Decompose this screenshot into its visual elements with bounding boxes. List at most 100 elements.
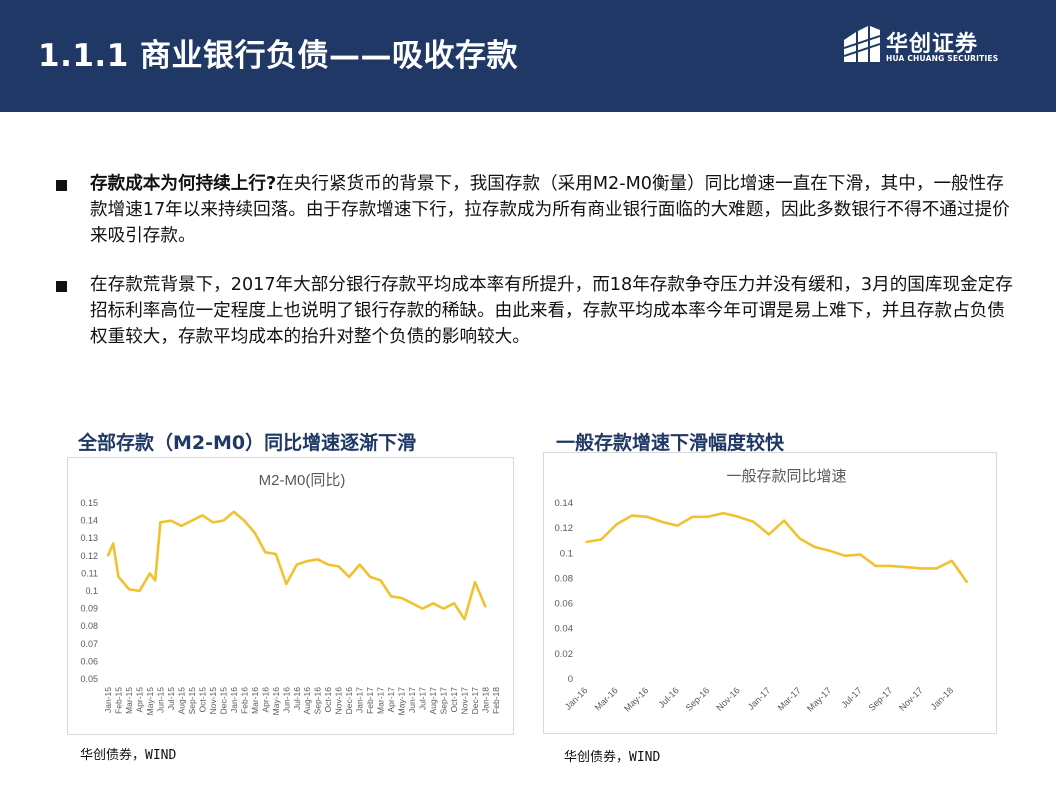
y-tick-label: 0.13 bbox=[80, 533, 98, 543]
x-tick-label: Mar-15 bbox=[124, 687, 134, 714]
x-tick-label: Nov-17 bbox=[460, 687, 470, 715]
y-tick-label: 0.08 bbox=[80, 621, 98, 631]
x-tick-label: Oct-15 bbox=[197, 687, 207, 713]
y-tick-label: 0.12 bbox=[555, 523, 574, 534]
data-point bbox=[966, 581, 968, 584]
data-point bbox=[798, 537, 801, 540]
data-point bbox=[170, 519, 172, 522]
logo-mark-icon bbox=[844, 26, 880, 62]
left-chart-frame: M2-M0(同比) 0.05 0.06 0.07 0.08 0.09 0.1 0.11 0.12… bbox=[67, 457, 514, 735]
data-point bbox=[859, 553, 862, 556]
data-point bbox=[676, 524, 679, 527]
series-line bbox=[106, 510, 487, 621]
x-tick-label: May-16 bbox=[271, 687, 281, 716]
data-point bbox=[707, 515, 709, 518]
data-point bbox=[107, 554, 109, 557]
left-chart-heading: 全部存款（M2-M0）同比增速逐渐下滑 bbox=[78, 432, 417, 454]
x-tick-label: Sep-16 bbox=[313, 687, 323, 715]
x-tick-label: Aug-17 bbox=[428, 687, 438, 715]
right-chart-source: 华创债券，WIND bbox=[564, 750, 661, 765]
x-tick-label: Nov-17 bbox=[897, 685, 925, 713]
data-point bbox=[128, 588, 130, 591]
data-point bbox=[390, 595, 393, 598]
x-tick-label: Nov-15 bbox=[208, 687, 218, 715]
x-tick-label: Oct-17 bbox=[449, 687, 459, 713]
x-tick-label: May-17 bbox=[805, 685, 833, 713]
data-point bbox=[844, 554, 846, 557]
x-tick-label: Mar-16 bbox=[593, 685, 620, 712]
y-tick-label: 0.07 bbox=[80, 639, 98, 649]
data-point bbox=[190, 519, 193, 522]
x-tick-label: May-15 bbox=[145, 687, 155, 716]
x-tick-label: Mar-17 bbox=[776, 685, 803, 712]
data-point bbox=[920, 567, 923, 570]
x-tick-label: Jul-15 bbox=[166, 687, 176, 710]
data-point bbox=[442, 607, 445, 610]
data-point bbox=[369, 576, 372, 578]
bullet-square-icon bbox=[56, 281, 67, 292]
y-tick-label: 0.15 bbox=[80, 498, 98, 508]
data-point bbox=[154, 579, 157, 582]
x-tick-label: Oct-16 bbox=[323, 687, 333, 713]
data-point bbox=[327, 563, 330, 566]
x-tick-label: Jan-18 bbox=[929, 685, 956, 712]
logo-english-name: HUA CHUANG SECURITIES bbox=[886, 54, 999, 63]
x-tick-label: Jan-17 bbox=[746, 685, 773, 712]
y-tick-label: 0.11 bbox=[81, 568, 98, 578]
bullet-lead: 存款成本为何持续上行? bbox=[90, 174, 277, 194]
y-tick-label: 0.14 bbox=[80, 516, 98, 526]
data-point bbox=[201, 514, 204, 517]
chart-title: M2-M0(同比) bbox=[259, 472, 346, 489]
data-point bbox=[615, 523, 618, 526]
x-tick-label: May-17 bbox=[397, 687, 407, 716]
x-tick-label: Dec-17 bbox=[470, 687, 480, 715]
data-point bbox=[600, 538, 603, 541]
y-tick-label: 0.12 bbox=[80, 551, 98, 561]
data-point bbox=[737, 515, 740, 518]
data-point bbox=[421, 607, 424, 610]
x-tick-label: Apr-15 bbox=[134, 687, 144, 713]
data-point bbox=[474, 581, 476, 584]
data-point bbox=[630, 514, 633, 517]
data-point bbox=[316, 558, 319, 561]
data-point bbox=[828, 549, 831, 552]
y-tick-label: 0.08 bbox=[555, 573, 574, 584]
data-point bbox=[905, 566, 907, 569]
x-tick-label: Feb-18 bbox=[491, 687, 501, 714]
y-tick-label: 0.14 bbox=[555, 498, 574, 509]
x-tick-label: May-16 bbox=[622, 685, 650, 713]
data-point bbox=[813, 546, 816, 548]
y-tick-label: 0.1 bbox=[85, 586, 98, 596]
data-point bbox=[295, 563, 298, 566]
data-point bbox=[463, 618, 466, 621]
x-tick-label: Feb-16 bbox=[239, 687, 249, 714]
x-tick-label: Jan-17 bbox=[355, 687, 365, 713]
data-point bbox=[585, 541, 587, 543]
x-tick-label: Jan-16 bbox=[563, 685, 590, 712]
x-tick-label: Feb-17 bbox=[365, 687, 375, 714]
x-tick-label: Jul-17 bbox=[839, 685, 863, 709]
data-point bbox=[285, 583, 288, 585]
data-point bbox=[453, 602, 455, 605]
data-point bbox=[411, 602, 414, 605]
x-tick-label: Jan-15 bbox=[103, 687, 113, 713]
data-point bbox=[253, 532, 256, 534]
data-point bbox=[149, 572, 151, 575]
data-point bbox=[783, 519, 786, 522]
data-point bbox=[379, 579, 382, 582]
series-line bbox=[585, 511, 969, 583]
company-logo: 华创证券 HUA CHUANG SECURITIES bbox=[844, 24, 1014, 68]
data-point bbox=[337, 565, 340, 568]
x-tick-label: Sep-15 bbox=[187, 687, 197, 715]
data-point bbox=[112, 542, 115, 545]
bullet-deposit-cost: 存款成本为何持续上行?在央行紧货币的背景下，我国存款（采用M2-M0衡量）同比增… bbox=[56, 171, 1016, 249]
x-tick-label: Aug-15 bbox=[176, 687, 186, 715]
bullet-deposit-shortage: 在存款荒背景下，2017年大部分银行存款平均成本率有所提升，而18年存款争夺压力… bbox=[56, 272, 1016, 350]
data-point bbox=[752, 520, 755, 523]
data-point bbox=[117, 576, 120, 578]
left-chart-source: 华创债券，WIND bbox=[80, 748, 177, 763]
y-tick-label: 0.09 bbox=[80, 604, 98, 614]
y-tick-label: 0.06 bbox=[555, 599, 574, 610]
x-tick-label: Sep-16 bbox=[684, 685, 712, 713]
data-point bbox=[243, 519, 246, 522]
